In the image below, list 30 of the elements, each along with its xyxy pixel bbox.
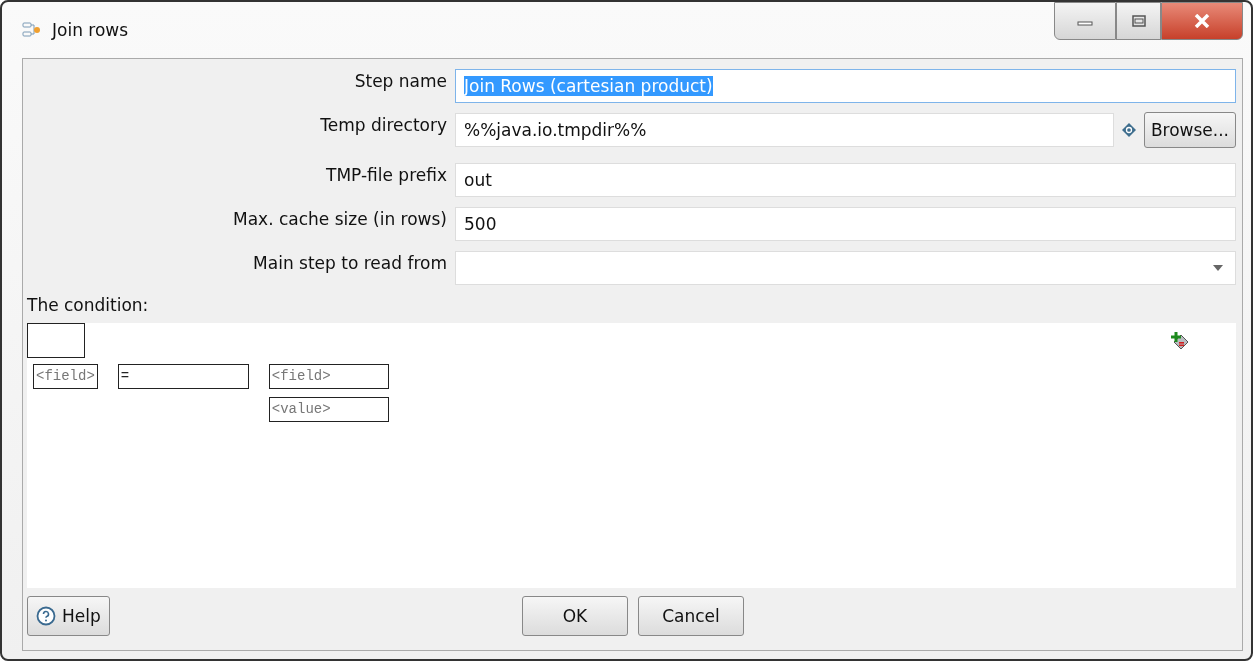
variable-icon	[1121, 123, 1136, 137]
help-button[interactable]: Help	[27, 596, 110, 636]
field-label: Max. cache size (in rows)	[232, 208, 448, 229]
field-label: Step name	[353, 70, 448, 91]
condition-label: The condition:	[27, 295, 150, 315]
right-field-box[interactable]: <field>	[268, 364, 389, 389]
add-condition-icon[interactable]	[1170, 331, 1190, 351]
text-field[interactable]: out	[455, 163, 1236, 197]
operator-box[interactable]: =	[117, 364, 249, 389]
field-label: Temp directory	[319, 114, 448, 135]
dropdown-arrow-icon	[1213, 265, 1223, 271]
condition-box[interactable]	[27, 323, 85, 358]
text-field[interactable]: 500	[455, 207, 1236, 241]
field-label: TMP-file prefix	[325, 164, 448, 185]
maximize-button[interactable]	[1116, 2, 1161, 40]
close-icon	[1193, 14, 1211, 28]
help-icon	[36, 606, 56, 626]
minimize-button[interactable]	[1054, 2, 1116, 40]
browse-button[interactable]: Browse...	[1143, 112, 1236, 148]
text-field[interactable]: %%java.io.tmpdir%%	[455, 113, 1114, 147]
ok-button[interactable]: OK	[522, 596, 628, 636]
window-title: Join rows	[52, 20, 129, 40]
close-button[interactable]	[1161, 2, 1243, 40]
left-field-box[interactable]: <field>	[33, 364, 98, 389]
field-label: Main step to read from	[252, 252, 448, 273]
maximize-icon	[1131, 15, 1146, 27]
cancel-button[interactable]: Cancel	[638, 596, 744, 636]
dropdown-field[interactable]	[455, 251, 1236, 285]
right-value-box[interactable]: <value>	[268, 397, 389, 422]
join-icon	[22, 21, 42, 39]
